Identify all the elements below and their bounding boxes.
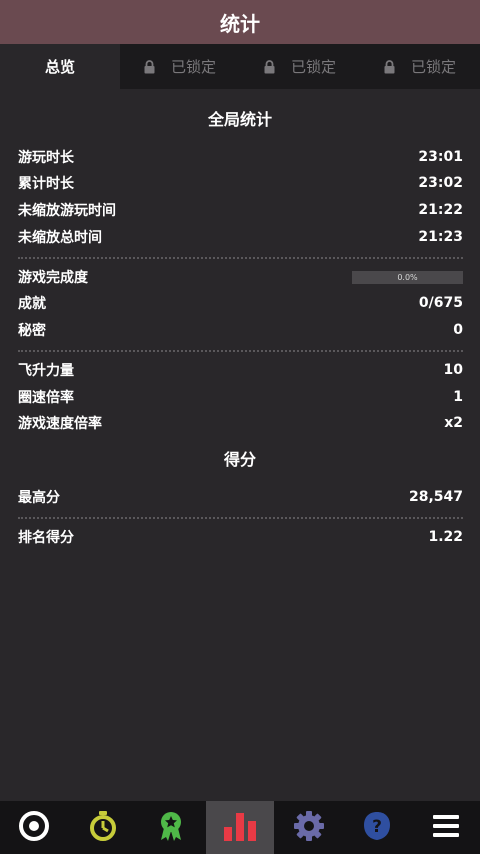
nav-settings[interactable] [274, 801, 343, 854]
stat-label: 未缩放总时间 [18, 230, 102, 246]
nav-target[interactable] [0, 801, 69, 854]
stat-label: 秘密 [18, 323, 46, 339]
stat-row-play-time: 游玩时长 23:01 [18, 144, 463, 170]
menu-icon [432, 813, 460, 843]
stat-row-game-speed: 游戏速度倍率 x2 [18, 410, 463, 436]
stat-value: 21:23 [418, 229, 463, 245]
divider [18, 517, 463, 519]
lock-icon [264, 59, 275, 74]
divider [18, 350, 463, 352]
stat-row-unscaled-total: 未缩放总时间 21:23 [18, 224, 463, 250]
stat-value: 21:22 [418, 202, 463, 218]
stat-value: 23:01 [418, 149, 463, 165]
stat-label: 成就 [18, 296, 46, 312]
nav-menu[interactable] [411, 801, 480, 854]
bar-chart-icon [223, 811, 257, 845]
stopwatch-icon [87, 810, 119, 846]
stat-value: 1 [453, 389, 463, 405]
stat-row-high-score: 最高分 28,547 [18, 484, 463, 510]
stat-row-rank-score: 排名得分 1.22 [18, 524, 463, 550]
gear-icon [293, 810, 325, 846]
nav-statistics[interactable] [205, 801, 275, 854]
bottom-nav: ? [0, 801, 480, 854]
tab-locked-1[interactable]: 已锁定 [120, 44, 240, 89]
stat-value: x2 [444, 415, 463, 431]
stat-row-ascension: 飞升力量 10 [18, 357, 463, 383]
stat-label: 排名得分 [18, 530, 74, 546]
stat-value: 1.22 [428, 529, 463, 545]
score-heading: 得分 [223, 450, 256, 469]
tab-label: 已锁定 [410, 58, 456, 76]
stat-label: 游戏速度倍率 [18, 416, 102, 432]
tab-label: 已锁定 [290, 58, 336, 76]
stat-label: 圈速倍率 [18, 390, 74, 406]
nav-stopwatch[interactable] [69, 801, 138, 854]
stat-row-unscaled-play: 未缩放游玩时间 21:22 [18, 197, 463, 223]
stat-value: 0 [453, 322, 463, 338]
stat-row-completion: 游戏完成度 0.0% [18, 264, 463, 290]
stat-row-total-time: 累计时长 23:02 [18, 170, 463, 196]
lock-icon [144, 59, 155, 74]
stat-value: 23:02 [418, 175, 463, 191]
stats-tabs: 总览 已锁定 已锁定 已锁定 [0, 44, 480, 89]
svg-text:?: ? [372, 817, 382, 837]
stat-row-secrets: 秘密 0 [18, 317, 463, 343]
stat-label: 累计时长 [18, 176, 74, 192]
tab-label: 总览 [44, 58, 75, 76]
stat-value: 0/675 [418, 295, 463, 311]
tab-overview[interactable]: 总览 [0, 44, 120, 89]
nav-help[interactable]: ? [343, 801, 412, 854]
stat-row-achievements: 成就 0/675 [18, 290, 463, 316]
tab-locked-2[interactable]: 已锁定 [240, 44, 360, 89]
page-title: 统计 [220, 11, 260, 36]
nav-achievements[interactable] [137, 801, 206, 854]
divider [18, 257, 463, 259]
stat-label: 游玩时长 [18, 150, 74, 166]
tab-locked-3[interactable]: 已锁定 [360, 44, 480, 89]
stat-value: 28,547 [408, 489, 463, 505]
completion-progress-bar: 0.0% [352, 270, 463, 284]
stat-label: 最高分 [18, 490, 60, 506]
tab-label: 已锁定 [170, 58, 216, 76]
stat-label: 未缩放游玩时间 [18, 203, 116, 219]
stat-label: 游戏完成度 [18, 270, 88, 286]
stat-value: 10 [443, 362, 463, 378]
help-icon: ? [361, 810, 393, 846]
stat-row-lap-speed: 圈速倍率 1 [18, 384, 463, 410]
award-ribbon-icon [155, 810, 187, 846]
title-bar: 统计 [0, 0, 480, 44]
progress-value: 0.0% [397, 272, 418, 282]
global-stats-heading: 全局统计 [207, 110, 272, 129]
stat-label: 飞升力量 [18, 363, 74, 379]
target-icon [18, 810, 50, 846]
lock-icon [384, 59, 395, 74]
